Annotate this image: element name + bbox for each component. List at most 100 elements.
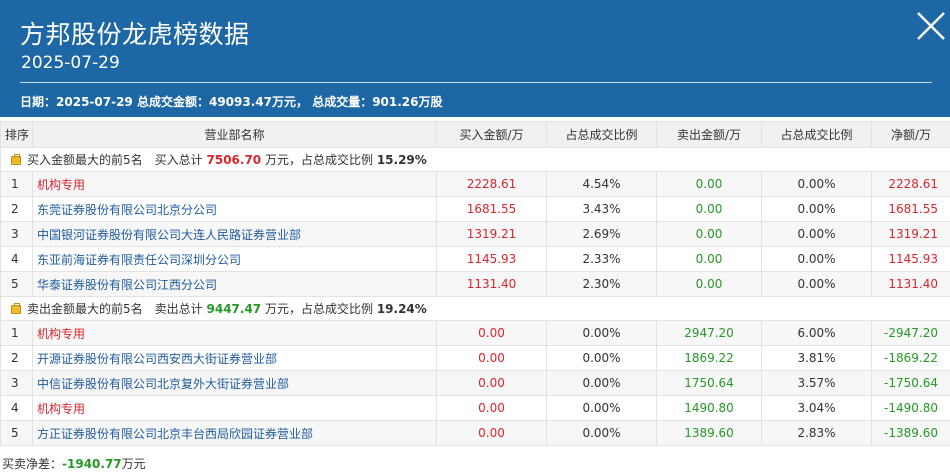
- col-header-sell-amount[interactable]: 卖出金额/万: [656, 121, 762, 148]
- sell-ratio-cell: 0.00%: [761, 271, 872, 297]
- summary-turnover-label: 总成交金额：: [136, 95, 209, 109]
- header-divider: [20, 82, 932, 83]
- rank-cell: 5: [0, 271, 33, 297]
- col-header-buy-ratio[interactable]: 占总成交比例: [546, 121, 657, 148]
- rank-cell: 3: [0, 221, 33, 247]
- sell-amount-cell: 0.00: [656, 171, 762, 197]
- summary-volume-label: 总成交量：: [312, 95, 373, 109]
- rank-cell: 4: [0, 395, 33, 421]
- rank-cell: 1: [0, 320, 33, 346]
- sell-amount-cell: 0.00: [656, 196, 762, 222]
- sell-amount-cell: 1389.60: [656, 420, 762, 446]
- branch-link[interactable]: 机构专用: [32, 320, 437, 346]
- rank-cell: 3: [0, 370, 33, 396]
- buy-ratio-cell: 2.33%: [546, 246, 657, 272]
- table-row: 5 华泰证券股份有限公司江西分公司 1131.40 2.30% 0.00 0.00% 113…: [0, 271, 950, 297]
- table-row: 5 方正证券股份有限公司北京丰台西局欣园证券营业部 0.00 0.00% 1389.60…: [0, 420, 950, 446]
- section-label: 买入金额最大的前5名: [27, 153, 143, 167]
- table-row: 4 东亚前海证券有限责任公司深圳分公司 1145.93 2.33% 0.00 0.00% 1…: [0, 246, 950, 272]
- net-amount-cell: 1131.40: [871, 271, 950, 297]
- branch-link[interactable]: 中信证券股份有限公司北京复外大街证券营业部: [32, 370, 437, 396]
- branch-link[interactable]: 东亚前海证券有限责任公司深圳分公司: [32, 246, 437, 272]
- branch-link[interactable]: 方正证券股份有限公司北京丰台西局欣园证券营业部: [32, 420, 437, 446]
- summary-date: 2025-07-29: [56, 95, 133, 109]
- buy-ratio-cell: 0.00%: [546, 320, 657, 346]
- sell-amount-cell: 1490.80: [656, 395, 762, 421]
- briefcase-icon: [11, 154, 21, 165]
- table-row: 4 机构专用 0.00 0.00% 1490.80 3.04% -1490.80: [0, 395, 950, 421]
- sell-amount-cell: 1750.64: [656, 370, 762, 396]
- net-difference-label: 买卖净差：: [2, 457, 63, 471]
- sell-amount-cell: 0.00: [656, 271, 762, 297]
- sell-ratio-cell: 3.57%: [761, 370, 872, 396]
- close-icon[interactable]: [915, 10, 947, 42]
- section-total-value: 7506.70: [206, 153, 262, 167]
- branch-link[interactable]: 中国银河证券股份有限公司大连人民路证券营业部: [32, 221, 437, 247]
- summary-line: 日期：2025-07-29 总成交金额：49093.47万元， 总成交量：901…: [20, 95, 443, 109]
- sell-amount-cell: 0.00: [656, 221, 762, 247]
- col-header-buy-amount[interactable]: 买入金额/万: [436, 121, 547, 148]
- buy-ratio-cell: 0.00%: [546, 345, 657, 371]
- sell-amount-cell: 2947.20: [656, 320, 762, 346]
- col-header-rank[interactable]: 排序: [0, 121, 33, 148]
- buy-amount-cell: 1131.40: [436, 271, 547, 297]
- table-row: 1 机构专用 0.00 0.00% 2947.20 6.00% -2947.20: [0, 320, 950, 346]
- trading-table: 排序 营业部名称 买入金额/万 占总成交比例 卖出金额/万 占总成交比例 净额/…: [0, 121, 950, 446]
- rank-cell: 2: [0, 345, 33, 371]
- buy-amount-cell: 0.00: [436, 370, 547, 396]
- summary-volume: 901.26万股: [372, 95, 443, 109]
- section-caption: 买入金额最大的前5名 买入总计 7506.70 万元，占总成交比例 15.29%: [0, 147, 950, 172]
- summary-turnover: 49093.47万元: [208, 95, 296, 109]
- rank-cell: 4: [0, 246, 33, 272]
- branch-link[interactable]: 东莞证券股份有限公司北京分公司: [32, 196, 437, 222]
- net-amount-cell: -1490.80: [871, 395, 950, 421]
- rank-cell: 1: [0, 171, 33, 197]
- net-amount-cell: -2947.20: [871, 320, 950, 346]
- sell-ratio-cell: 6.00%: [761, 320, 872, 346]
- table-row: 1 机构专用 2228.61 4.54% 0.00 0.00% 2228.61: [0, 171, 950, 197]
- rank-cell: 2: [0, 196, 33, 222]
- col-header-net[interactable]: 净额/万: [871, 121, 950, 148]
- section-total-label: 买入总计: [154, 153, 203, 167]
- sell-ratio-cell: 2.83%: [761, 420, 872, 446]
- sell-ratio-cell: 0.00%: [761, 221, 872, 247]
- branch-link[interactable]: 开源证券股份有限公司西安西大街证券营业部: [32, 345, 437, 371]
- sell-amount-cell: 0.00: [656, 246, 762, 272]
- table-row: 2 东莞证券股份有限公司北京分公司 1681.55 3.43% 0.00 0.00% 168…: [0, 196, 950, 222]
- net-difference: 买卖净差：-1940.77万元: [2, 455, 146, 472]
- section-unit-label: 万元，占总成交比例: [264, 302, 373, 316]
- branch-link[interactable]: 华泰证券股份有限公司江西分公司: [32, 271, 437, 297]
- section-ratio: 15.29%: [376, 153, 427, 167]
- net-amount-cell: 2228.61: [871, 171, 950, 197]
- buy-ratio-cell: 0.00%: [546, 420, 657, 446]
- net-difference-unit: 万元: [121, 457, 146, 471]
- buy-ratio-cell: 2.69%: [546, 221, 657, 247]
- section-total-value: 9447.47: [206, 302, 262, 316]
- header-panel: 方邦股份龙虎榜数据 2025-07-29 日期：2025-07-29 总成交金额…: [0, 0, 950, 117]
- buy-ratio-cell: 4.54%: [546, 171, 657, 197]
- section-ratio: 19.24%: [376, 302, 427, 316]
- section-caption: 卖出金额最大的前5名 卖出总计 9447.47 万元，占总成交比例 19.24%: [0, 296, 950, 321]
- summary-date-label: 日期：: [20, 95, 57, 109]
- col-header-sell-ratio[interactable]: 占总成交比例: [761, 121, 872, 148]
- sell-amount-cell: 1869.22: [656, 345, 762, 371]
- table-row: 2 开源证券股份有限公司西安西大街证券营业部 0.00 0.00% 1869.22 3.8…: [0, 345, 950, 371]
- buy-section-header: 买入金额最大的前5名 买入总计 7506.70 万元，占总成交比例 15.29%: [0, 147, 950, 172]
- section-label: 卖出金额最大的前5名: [27, 302, 143, 316]
- buy-amount-cell: 0.00: [436, 420, 547, 446]
- branch-link[interactable]: 机构专用: [32, 395, 437, 421]
- net-difference-value: -1940.77: [62, 457, 122, 471]
- table-row: 3 中国银河证券股份有限公司大连人民路证券营业部 1319.21 2.69% 0.00 0…: [0, 221, 950, 247]
- sell-ratio-cell: 3.04%: [761, 395, 872, 421]
- branch-link[interactable]: 机构专用: [32, 171, 437, 197]
- table-header-row: 排序 营业部名称 买入金额/万 占总成交比例 卖出金额/万 占总成交比例 净额/…: [0, 121, 950, 148]
- buy-ratio-cell: 3.43%: [546, 196, 657, 222]
- col-header-branch[interactable]: 营业部名称: [32, 121, 437, 148]
- buy-amount-cell: 2228.61: [436, 171, 547, 197]
- rank-cell: 5: [0, 420, 33, 446]
- net-amount-cell: -1389.60: [871, 420, 950, 446]
- sell-ratio-cell: 0.00%: [761, 171, 872, 197]
- section-unit-label: 万元，占总成交比例: [264, 153, 373, 167]
- net-amount-cell: 1681.55: [871, 196, 950, 222]
- header-date: 2025-07-29: [21, 53, 120, 73]
